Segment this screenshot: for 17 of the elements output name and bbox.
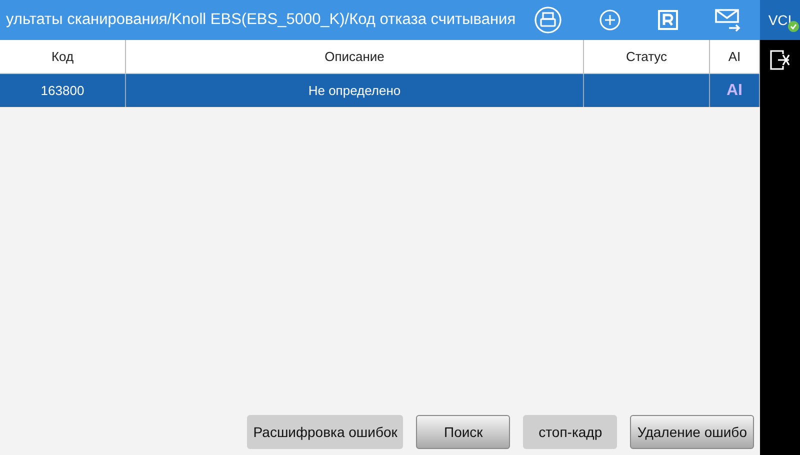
table-cell: Не определено (126, 74, 584, 107)
exit-icon[interactable] (770, 50, 790, 70)
column-header: Статус (584, 40, 710, 74)
action-button[interactable]: стоп-кадр (523, 415, 618, 449)
add-icon[interactable] (599, 9, 622, 31)
column-header: AI (710, 40, 760, 74)
print-icon[interactable] (534, 6, 562, 34)
action-button[interactable]: Удаление ошибо (630, 415, 754, 449)
vci-status[interactable]: VCI (760, 0, 800, 40)
column-header: Код (0, 40, 126, 74)
table-cell[interactable]: 163800 (0, 74, 126, 107)
report-icon[interactable] (658, 10, 678, 30)
mail-icon[interactable] (715, 8, 742, 32)
window-title: ультаты сканирования/Knoll EBS(EBS_5000_K)/Код отказа считывания (6, 11, 516, 29)
column-header: Описание (126, 40, 584, 74)
action-button[interactable]: Поиск (416, 415, 510, 449)
action-button[interactable]: Расшифровка ошибок (247, 415, 404, 449)
